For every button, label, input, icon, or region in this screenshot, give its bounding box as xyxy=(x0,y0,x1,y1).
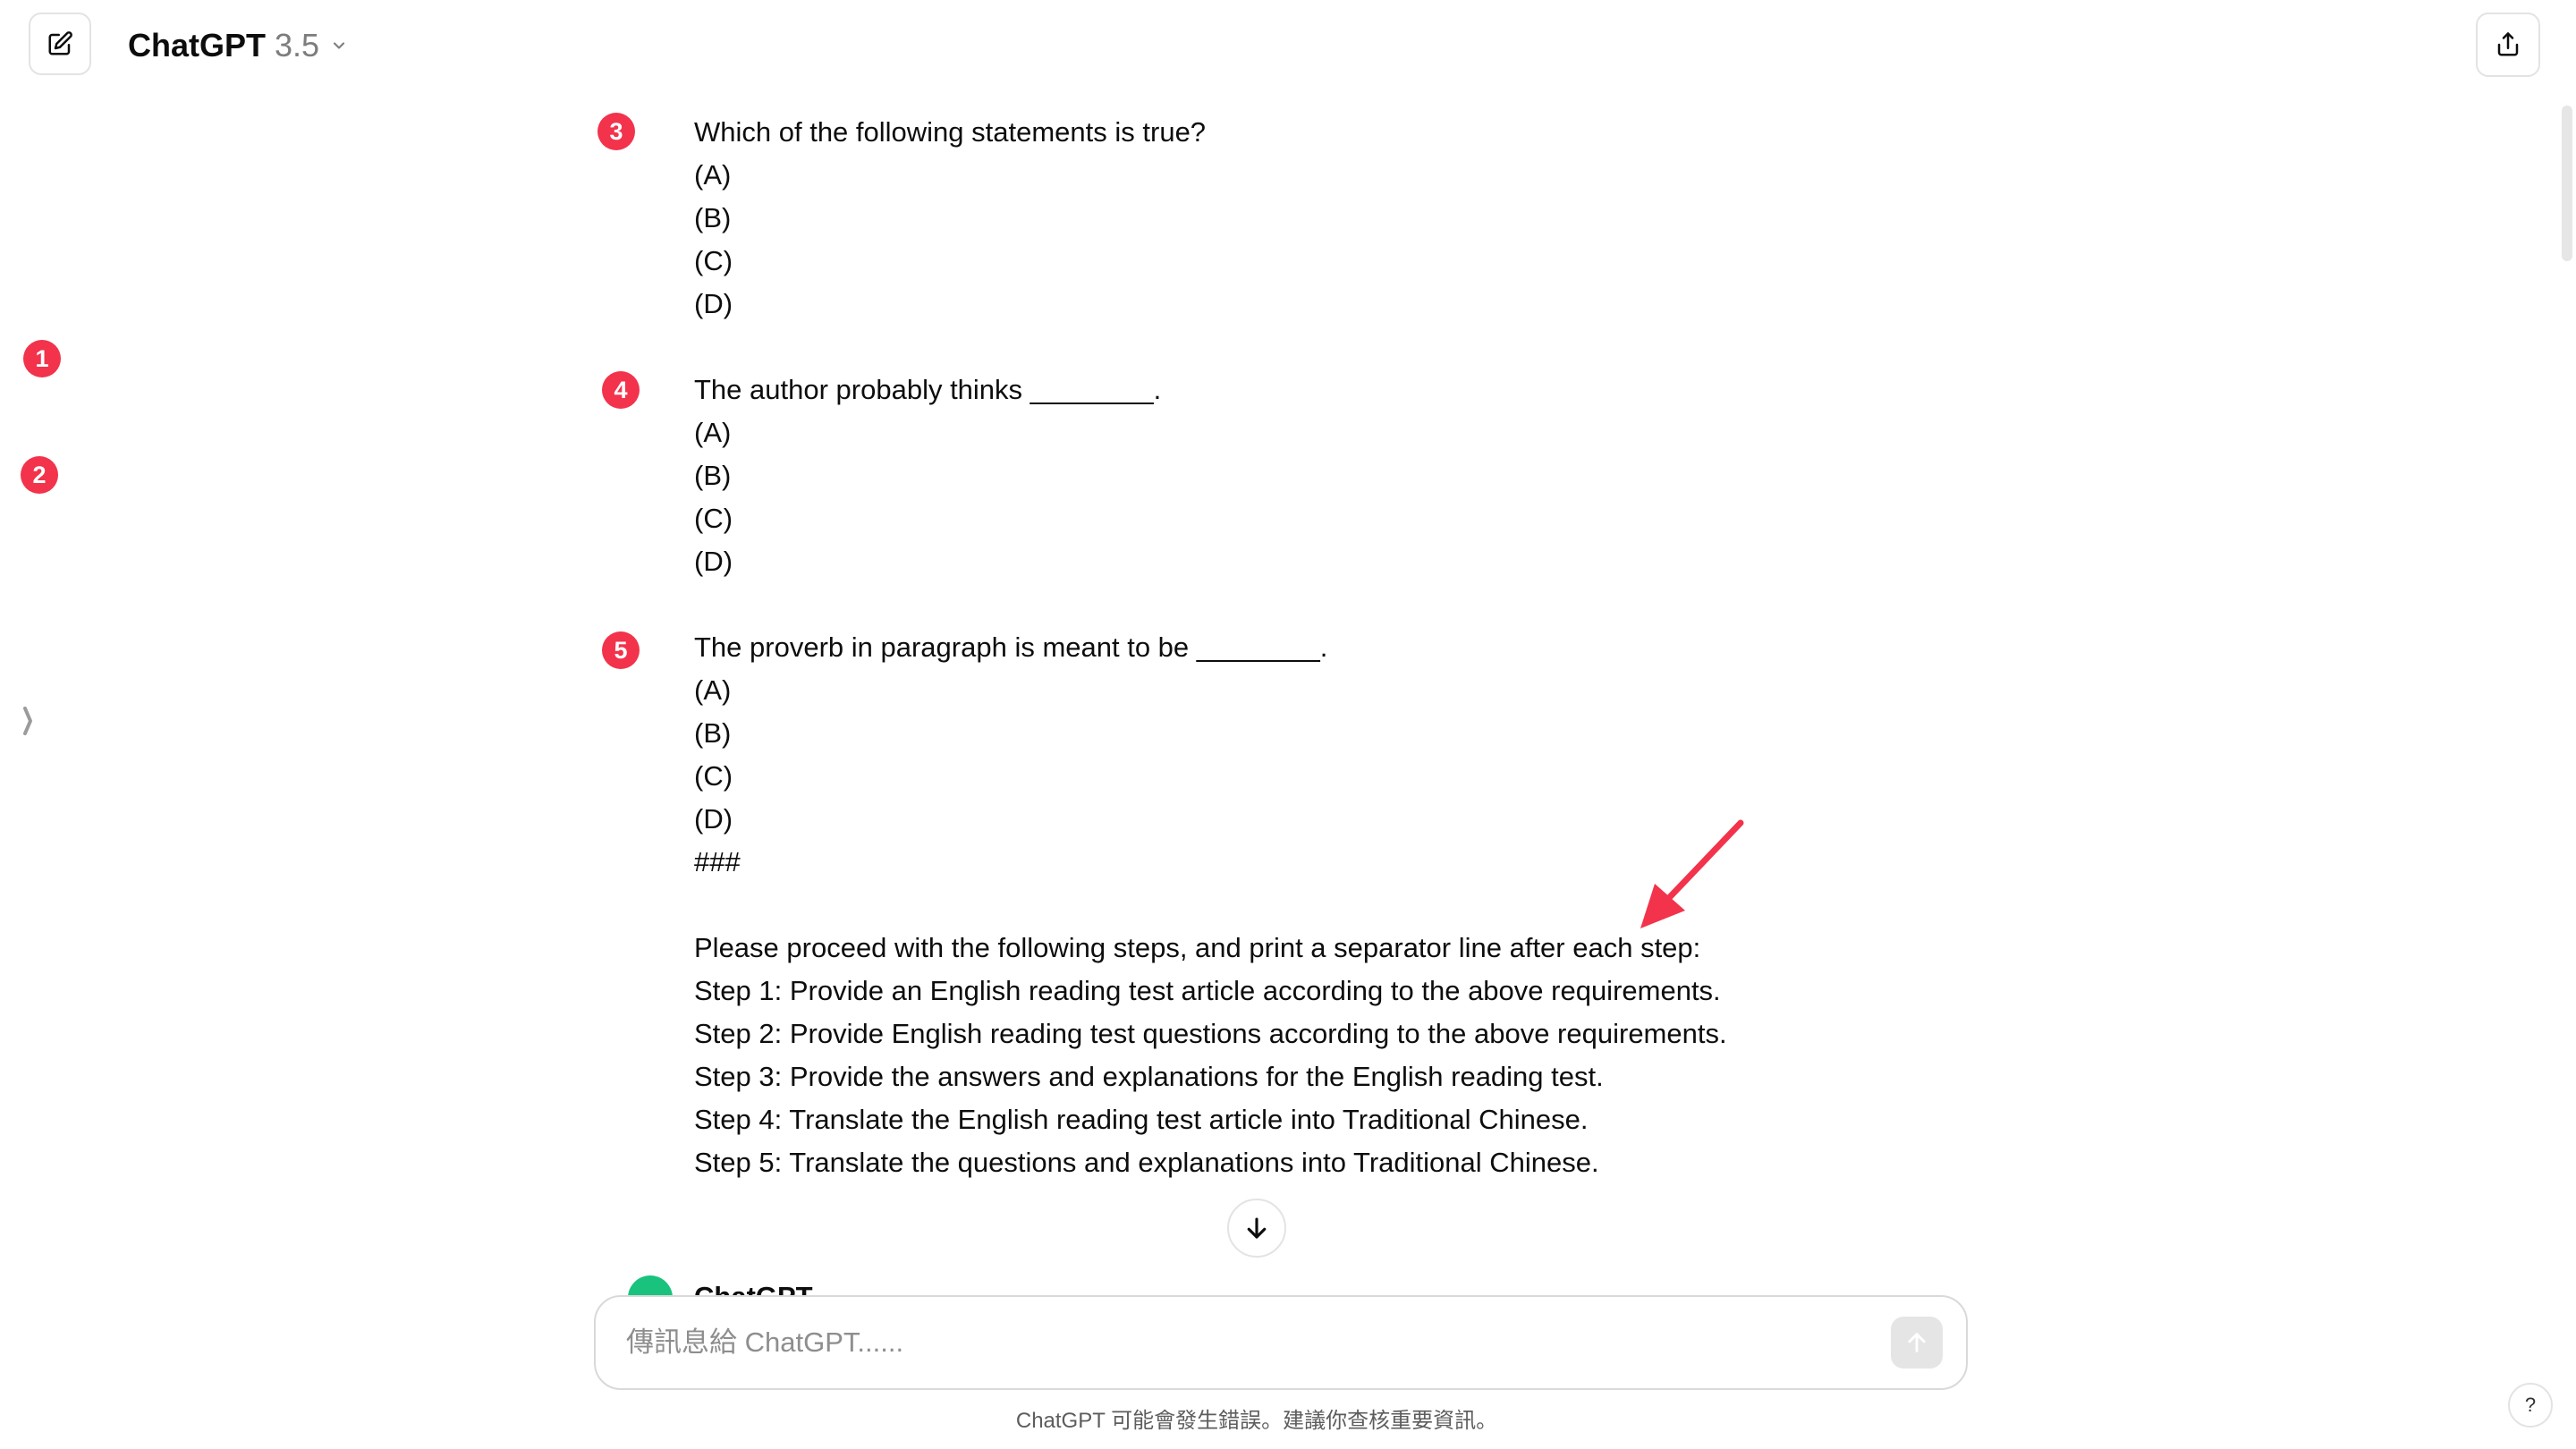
annotation-badge-4: 4 xyxy=(602,371,640,409)
instruction-line: Step 2: Provide English reading test que… xyxy=(694,1018,1727,1049)
annotation-badge-3: 3 xyxy=(597,113,635,150)
send-button[interactable] xyxy=(1891,1317,1943,1368)
share-button[interactable] xyxy=(2476,13,2540,77)
instruction-line: Step 4: Translate the English reading te… xyxy=(694,1104,1589,1135)
instruction-line: Please proceed with the following steps,… xyxy=(694,932,1701,963)
message-composer xyxy=(594,1295,1968,1390)
option: (B) xyxy=(694,460,732,491)
arrow-up-icon xyxy=(1908,1333,1926,1352)
model-selector[interactable]: ChatGPT 3.5 xyxy=(128,23,348,68)
option: (D) xyxy=(694,546,733,577)
separator-text: ### xyxy=(694,846,741,877)
option: (A) xyxy=(694,159,732,191)
chevron-right-icon xyxy=(23,707,32,735)
annotation-badge-2: 2 xyxy=(21,456,58,494)
option: (C) xyxy=(694,245,733,276)
instruction-line: Step 1: Provide an English reading test … xyxy=(694,975,1721,1006)
option: (B) xyxy=(694,202,732,233)
question-stem: Which of the following statements is tru… xyxy=(694,116,1207,148)
user-message: Which of the following statements is tru… xyxy=(694,111,1982,1184)
edit-icon xyxy=(48,31,72,55)
chevron-down-icon xyxy=(330,37,348,55)
instruction-line: Step 3: Provide the answers and explanat… xyxy=(694,1061,1604,1092)
disclaimer-text: ChatGPT 可能會發生錯誤。建議你查核重要資訊。 xyxy=(1015,1409,1498,1433)
help-button[interactable]: ? xyxy=(2508,1383,2553,1428)
question-stem: The author probably thinks ________. xyxy=(694,374,1162,405)
annotation-arrow-icon xyxy=(1640,819,1744,928)
assistant-name: ChatGPT xyxy=(694,1281,813,1297)
message-input[interactable] xyxy=(626,1320,1860,1365)
model-name: ChatGPT xyxy=(128,27,267,64)
instruction-line: Step 5: Translate the questions and expl… xyxy=(694,1147,1599,1178)
annotation-badge-1: 1 xyxy=(23,340,61,377)
chatgpt-page: ChatGPT 3.5 1 2 3 4 5 Which of the follo… xyxy=(0,0,2576,1449)
question-stem: The proverb in paragraph is meant to be … xyxy=(694,631,1328,663)
share-icon xyxy=(2497,32,2519,56)
arrow-down-icon xyxy=(1247,1217,1267,1239)
scroll-to-bottom-button[interactable] xyxy=(1227,1199,1286,1258)
new-chat-button[interactable] xyxy=(29,13,91,75)
model-version: 3.5 xyxy=(275,27,320,64)
option: (D) xyxy=(694,288,733,319)
option: (A) xyxy=(694,674,732,706)
sidebar-toggle[interactable] xyxy=(16,701,39,741)
scrollbar-thumb[interactable] xyxy=(2562,106,2572,261)
option: (B) xyxy=(694,717,732,749)
option: (A) xyxy=(694,417,732,448)
annotation-badge-5: 5 xyxy=(602,631,640,669)
option: (D) xyxy=(694,803,733,835)
option: (C) xyxy=(694,503,733,534)
option: (C) xyxy=(694,760,733,792)
